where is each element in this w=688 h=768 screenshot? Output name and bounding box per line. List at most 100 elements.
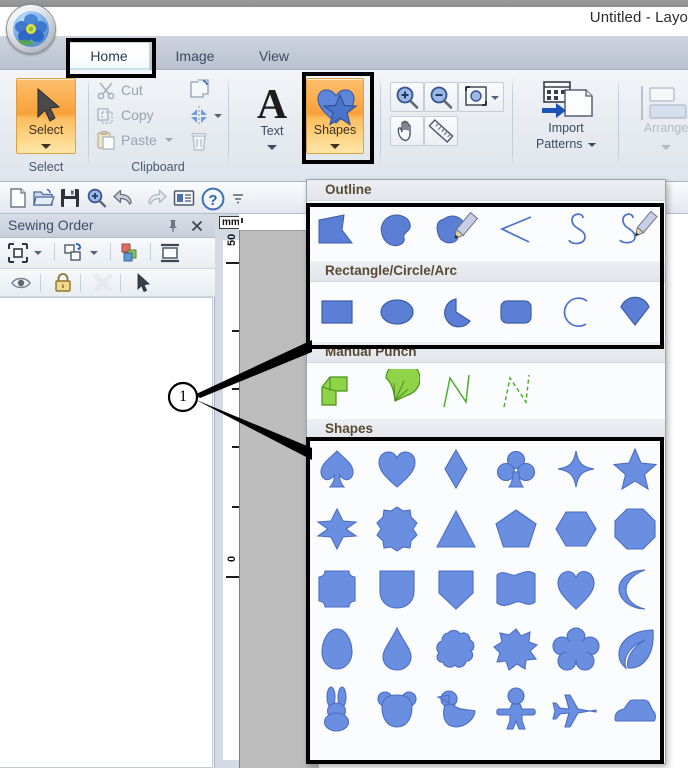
section-header-manual-punch: Manual Punch — [307, 342, 665, 363]
select-button[interactable]: Select — [16, 78, 76, 154]
shape-item-arc-chord[interactable] — [605, 282, 665, 342]
shape-item-outline-blob[interactable] — [367, 201, 427, 261]
remove-button[interactable] — [92, 272, 114, 299]
block-button[interactable] — [158, 241, 182, 270]
shape-item-cloud[interactable] — [426, 620, 486, 678]
lock-button[interactable] — [52, 272, 74, 299]
reorder-chevron-down-icon[interactable] — [90, 251, 98, 255]
reorder-button[interactable] — [62, 241, 98, 265]
shape-item-pentagon[interactable] — [486, 500, 546, 558]
shape-item-duck[interactable] — [426, 680, 486, 738]
text-button[interactable]: A Text — [244, 78, 300, 154]
section-header-rectangle-circle-arc: Rectangle/Circle/Arc — [307, 261, 665, 282]
toolbar-overflow-button[interactable] — [228, 186, 254, 210]
sewing-order-canvas[interactable] — [0, 297, 213, 768]
shape-item-arc[interactable] — [546, 282, 606, 342]
shape-item-triangle[interactable] — [426, 500, 486, 558]
paste-button[interactable]: Paste — [96, 130, 173, 150]
zoom-in-button[interactable] — [390, 82, 424, 112]
shape-item-manual-punch-block[interactable] — [307, 363, 367, 419]
shape-item-manual-punch-dashed-run[interactable] — [486, 363, 546, 419]
help-button[interactable]: ? — [200, 186, 226, 211]
shape-item-rabbit[interactable] — [307, 680, 367, 738]
properties-button[interactable] — [172, 186, 198, 210]
save-button[interactable] — [58, 186, 84, 210]
import-chevron-down-icon[interactable] — [588, 142, 597, 147]
tab-view[interactable]: View — [246, 42, 302, 70]
open-file-button[interactable] — [32, 186, 58, 210]
shape-item-car[interactable] — [605, 680, 665, 738]
shape-item-pie-wedge[interactable] — [426, 282, 486, 342]
shape-item-manual-punch-run[interactable] — [426, 363, 486, 419]
select-all-chevron-down-icon[interactable] — [34, 251, 42, 255]
shape-item-manual-punch-fan[interactable] — [367, 363, 427, 419]
shape-item-teardrop[interactable] — [367, 620, 427, 678]
zoom-tool-button[interactable] — [84, 186, 110, 210]
shape-item-moon[interactable] — [605, 560, 665, 618]
chevron-down-icon[interactable] — [41, 144, 51, 149]
shape-item-shield-point[interactable] — [426, 560, 486, 618]
shape-item-eight-point-star[interactable] — [367, 500, 427, 558]
pan-button[interactable] — [390, 116, 424, 146]
shape-item-rounded-rectangle[interactable] — [486, 282, 546, 342]
mirror-button[interactable] — [188, 104, 222, 128]
shape-item-outline-polygon[interactable] — [307, 201, 367, 261]
shape-item-six-point-star[interactable] — [307, 500, 367, 558]
zoom-out-button[interactable] — [424, 82, 458, 112]
window-title: Untitled - Layo — [589, 9, 688, 26]
arrange-button[interactable]: Arrange — [628, 76, 688, 156]
arrange-chevron-down-icon[interactable] — [661, 145, 671, 150]
application-button[interactable] — [6, 4, 56, 54]
shape-item-spade[interactable] — [307, 440, 367, 498]
zoom-fit-chevron-down-icon[interactable] — [491, 96, 499, 100]
undo-button[interactable] — [112, 186, 138, 210]
duplicate-button[interactable] — [188, 78, 212, 107]
shape-item-leaf[interactable] — [605, 620, 665, 678]
visibility-button[interactable] — [10, 273, 32, 298]
shape-item-outline-zigzag[interactable] — [486, 201, 546, 261]
shape-item-banner[interactable] — [486, 560, 546, 618]
tab-home[interactable]: Home — [68, 42, 150, 70]
shapes-button[interactable]: Shapes — [306, 78, 364, 154]
new-document-button[interactable] — [6, 186, 32, 210]
cut-button[interactable]: Cut — [96, 80, 143, 100]
pointer-button[interactable] — [132, 272, 154, 299]
shape-item-heart-2[interactable] — [546, 560, 606, 618]
tab-image[interactable]: Image — [164, 42, 226, 70]
shapes-dropdown-panel[interactable]: Outline Rectangle/Circle/Arc Manual Punc… — [306, 179, 666, 764]
shape-item-hexagon[interactable] — [546, 500, 606, 558]
shape-item-concave-square[interactable] — [307, 560, 367, 618]
shape-item-outline-curve[interactable] — [546, 201, 606, 261]
delete-button[interactable] — [188, 130, 210, 157]
paste-chevron-down-icon[interactable] — [164, 138, 173, 142]
shape-item-octagon[interactable] — [605, 500, 665, 558]
copy-button[interactable]: Copy — [96, 105, 154, 125]
shape-item-gingerbread-man[interactable] — [486, 680, 546, 738]
shape-item-burst[interactable] — [486, 620, 546, 678]
shape-item-outline-blob-pencil[interactable] — [426, 201, 486, 261]
shapes-chevron-down-icon[interactable] — [330, 144, 340, 149]
redo-button[interactable] — [142, 186, 168, 210]
measure-button[interactable] — [424, 116, 458, 146]
shape-item-diamond[interactable] — [426, 440, 486, 498]
color-group-button[interactable] — [118, 241, 142, 270]
shape-item-bear[interactable] — [367, 680, 427, 738]
shape-item-ellipse[interactable] — [367, 282, 427, 342]
shape-item-flower[interactable] — [546, 620, 606, 678]
shape-item-airplane[interactable] — [546, 680, 606, 738]
mirror-chevron-down-icon[interactable] — [214, 114, 222, 118]
shape-item-egg[interactable] — [307, 620, 367, 678]
shape-item-outline-curve-pencil[interactable] — [605, 201, 665, 261]
shape-item-sparkle[interactable] — [546, 440, 606, 498]
shape-item-rectangle[interactable] — [307, 282, 367, 342]
shape-item-heart[interactable] — [367, 440, 427, 498]
import-patterns-button[interactable]: Import Patterns — [524, 76, 608, 156]
shape-item-club[interactable] — [486, 440, 546, 498]
pin-icon[interactable] — [165, 218, 181, 234]
shape-item-star[interactable] — [605, 440, 665, 498]
select-all-frame-button[interactable] — [6, 241, 42, 265]
close-x-icon[interactable] — [189, 218, 205, 234]
zoom-fit-button[interactable] — [458, 82, 504, 112]
text-chevron-down-icon[interactable] — [267, 145, 277, 150]
shape-item-shield-round[interactable] — [367, 560, 427, 618]
